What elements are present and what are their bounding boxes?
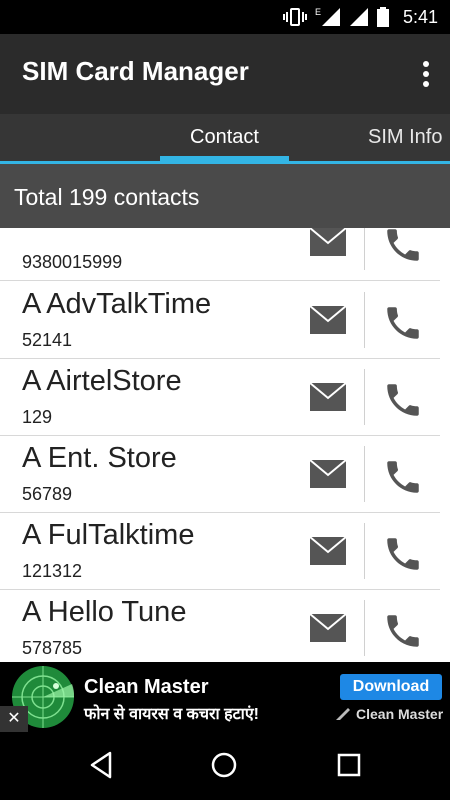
contacts-summary-band: Total 199 contacts [0,164,450,228]
divider [364,369,365,425]
message-icon[interactable] [310,383,346,411]
divider [364,292,365,348]
vibrate-icon [282,8,307,26]
call-icon[interactable] [382,302,424,344]
contact-name: A FulTalktime [22,519,195,551]
message-icon[interactable] [310,614,346,642]
signal-icon-2 [349,8,368,26]
contact-name: A AirtelStore [22,365,182,397]
home-icon[interactable] [209,750,239,780]
list-item[interactable]: A Hello Tune 578785 [0,590,440,662]
message-icon[interactable] [310,228,346,256]
list-item[interactable]: A Ent. Store 56789 [0,436,440,513]
divider [364,523,365,579]
list-item[interactable]: A AirtelStore 129 [0,359,440,436]
call-icon[interactable] [382,610,424,652]
list-item[interactable]: A AdvTalkTime 52141 [0,282,440,359]
recents-icon[interactable] [334,750,364,780]
ad-subtitle: फोन से वायरस व कचरा हटाएं! [84,706,259,723]
ad-close-button[interactable]: ✕ [0,706,28,732]
contact-number: 129 [22,407,53,427]
overflow-menu-icon[interactable] [420,58,432,90]
ad-download-button[interactable]: Download [340,674,442,700]
divider [364,228,365,270]
divider [364,446,365,502]
back-icon[interactable] [86,750,116,780]
list-item[interactable]: 9380015999 [0,228,440,281]
message-icon[interactable] [310,306,346,334]
contact-number: 52141 [22,330,73,350]
battery-icon [376,7,389,27]
signal-icon [321,8,340,26]
broom-icon [336,708,350,720]
ad-title: Clean Master [84,676,209,698]
contact-number: 578785 [22,638,83,658]
status-time: 5:41 [402,6,438,27]
contact-name: A Ent. Store [22,442,177,474]
call-icon[interactable] [382,379,424,421]
call-icon[interactable] [382,456,424,498]
list-item[interactable]: A FulTalktime 121312 [0,513,440,590]
app-bar: SIM Card Manager [0,34,450,114]
divider [364,600,365,656]
contact-number: 9380015999 [22,252,123,272]
contacts-count: Total 199 contacts [14,184,200,210]
contact-number: 56789 [22,484,73,504]
navigation-bar [0,732,450,800]
tab-contact[interactable]: Contact [190,126,259,149]
message-icon[interactable] [310,537,346,565]
contact-name: A Hello Tune [22,596,187,628]
message-icon[interactable] [310,460,346,488]
app-title: SIM Card Manager [22,56,249,86]
contact-number: 121312 [22,561,83,581]
contact-list[interactable]: 9380015999 A AdvTalkTime 52141 A AirtelS… [0,228,450,662]
contact-name: A AdvTalkTime [22,288,212,320]
tab-sim-info[interactable]: SIM Info [368,126,442,149]
ad-brand-label: Clean Master [356,706,444,722]
call-icon[interactable] [382,228,424,266]
ad-brand: Clean Master [334,706,443,722]
status-bar: E 5:41 [0,0,450,34]
call-icon[interactable] [382,533,424,575]
ad-banner[interactable]: Clean Master फोन से वायरस व कचरा हटाएं! … [0,662,450,732]
